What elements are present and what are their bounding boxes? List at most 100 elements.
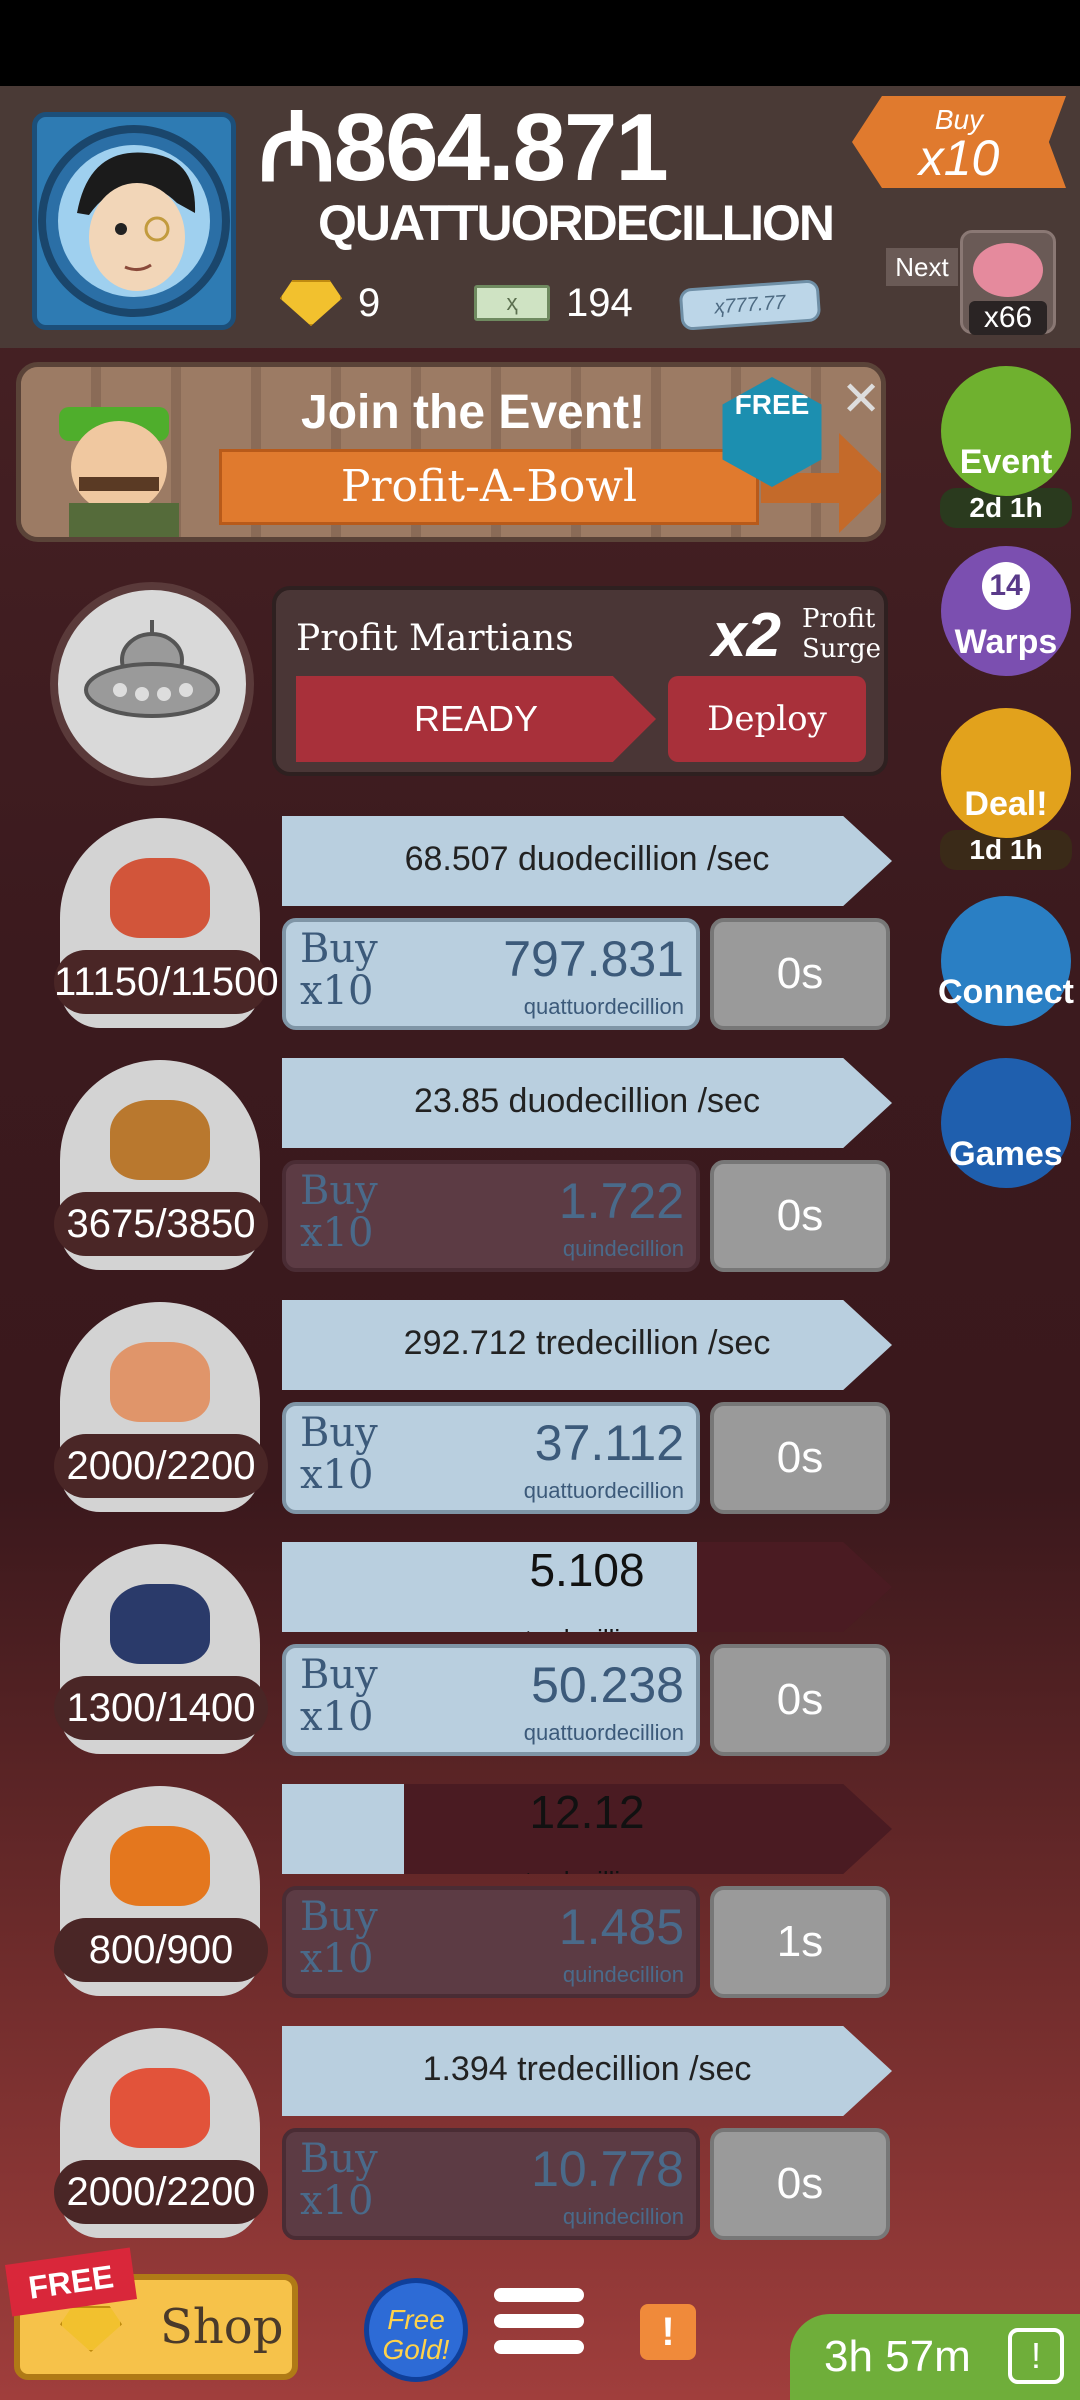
buy-business-button[interactable]: Buy x10 1.722 quindecillion <box>282 1160 700 1272</box>
business-rate-label: 68.507 duodecillion /sec <box>404 840 770 878</box>
megabucks-icon: ҳ <box>474 285 550 321</box>
business-progress[interactable]: 5.108 tredecillion <box>282 1542 892 1632</box>
business-rate[interactable]: 292.712 tredecillion /sec <box>282 1300 892 1390</box>
free-gold-label-2: Gold! <box>382 2334 450 2365</box>
buy-cost-value: 37.112 <box>534 1415 684 1471</box>
event-banner[interactable]: Join the Event! Profit-A-Bowl FREE ✕ <box>16 362 886 542</box>
buy-cost-unit: quindecillion <box>562 1236 684 1261</box>
business-row: 11150/11500 68.507 duodecillion /sec Buy… <box>0 816 1080 1030</box>
event-title: Join the Event! <box>301 386 646 439</box>
next-unlock-badge[interactable]: x66 <box>960 230 1056 335</box>
menu-line-icon <box>494 2314 584 2328</box>
free-gold-button[interactable]: Free Gold! <box>364 2278 468 2382</box>
business-icon <box>110 858 210 938</box>
warps-count-badge: 14 <box>982 562 1030 610</box>
event-host-icon <box>59 407 179 537</box>
manager-multiplier: x2 <box>712 601 781 670</box>
gold-count: 9 <box>358 280 381 325</box>
buy-label-top: Buy <box>300 1652 378 1698</box>
business-rate-label: 292.712 tredecillion /sec <box>403 1324 771 1362</box>
business-rate[interactable]: 23.85 duodecillion /sec <box>282 1058 892 1148</box>
angel-investors-counter[interactable]: ҳ777.77 <box>678 278 822 332</box>
buy-business-button[interactable]: Buy x10 1.485 quindecillion <box>282 1886 700 1998</box>
buy-cost-unit: quattuordecillion <box>523 1478 684 1503</box>
business-timer[interactable]: 1s <box>710 1886 890 1998</box>
buy-label-bottom: x10 <box>300 1936 374 1982</box>
event-name: Profit-A-Bowl <box>340 461 638 512</box>
business-timer[interactable]: 0s <box>710 2128 890 2240</box>
buy-cost-unit: quindecillion <box>562 1962 684 1987</box>
business-rate-label: 23.85 duodecillion /sec <box>414 1082 760 1120</box>
megabucks-count: 194 <box>566 280 633 325</box>
free-gold-label-1: Free <box>387 2304 445 2335</box>
buy-label: Buy x10 <box>300 1412 378 1496</box>
buy-cost-value: 10.778 <box>531 2141 684 2197</box>
angel-note-icon: ҳ777.77 <box>678 279 822 331</box>
astronaut-portrait-icon <box>38 125 230 317</box>
business-icon <box>110 1100 210 1180</box>
buy-label: Buy x10 <box>300 1654 378 1738</box>
side-button-warps[interactable]: Warps 14 <box>938 546 1074 676</box>
side-button-warps-label: Warps <box>954 623 1058 661</box>
buy-label-top: Buy <box>300 2136 378 2182</box>
close-icon[interactable]: ✕ <box>841 371 881 427</box>
side-button-event-label: Event <box>959 443 1053 481</box>
alert-icon[interactable]: ! <box>640 2304 696 2360</box>
buy-cost-value: 1.485 <box>558 1899 684 1955</box>
business-owned-count: 2000/2200 <box>54 2160 268 2224</box>
buy-cost-value: 50.238 <box>531 1657 684 1713</box>
business-progress[interactable]: 12.12 tredecillion <box>282 1784 892 1874</box>
side-button-event[interactable]: Event 2d 1h <box>938 366 1074 528</box>
ready-button[interactable]: READY <box>296 676 656 762</box>
business-owned-count: 2000/2200 <box>54 1434 268 1498</box>
bottom-bar: Shop FREE Free Gold! ! 3h 57m ! <box>0 2247 1080 2400</box>
buy-label: Buy x10 <box>300 1896 378 1980</box>
manager-multiplier-label: Profit Surge <box>802 604 881 664</box>
business-timer[interactable]: 0s <box>710 1644 890 1756</box>
money-value: 864.871 <box>333 94 669 201</box>
shop-label: Shop <box>160 2299 284 2355</box>
gold-gem-icon <box>280 280 342 326</box>
business-icon <box>110 1826 210 1906</box>
buy-cost-value: 1.722 <box>558 1173 684 1229</box>
business-timer[interactable]: 0s <box>710 1160 890 1272</box>
manager-portrait[interactable] <box>50 582 254 786</box>
brain-icon <box>973 243 1043 297</box>
buy-business-button[interactable]: Buy x10 10.778 quindecillion <box>282 2128 700 2240</box>
money-display: ₼864.871 <box>258 100 669 196</box>
menu-button[interactable] <box>494 2288 584 2372</box>
business-rate[interactable]: 68.507 duodecillion /sec <box>282 816 892 906</box>
business-timer[interactable]: 0s <box>710 918 890 1030</box>
buy-label-bottom: x10 <box>300 2178 374 2224</box>
buy-multiplier-bottom: x10 <box>918 130 1000 186</box>
manager-panel: Profit Martians x2 Profit Surge READY De… <box>272 586 888 776</box>
buy-label: Buy x10 <box>300 928 378 1012</box>
business-rate-label: 1.394 tredecillion /sec <box>422 2050 752 2088</box>
business-row: 2000/2200 1.394 tredecillion /sec Buy x1… <box>0 2026 1080 2240</box>
next-label: Next <box>886 248 958 286</box>
event-ribbon: Profit-A-Bowl <box>219 449 759 525</box>
business-row: 800/900 12.12 tredecillion Buy x10 1.485… <box>0 1784 1080 1998</box>
business-row: 2000/2200 292.712 tredecillion /sec Buy … <box>0 1300 1080 1514</box>
shop-gem-icon <box>60 2306 122 2352</box>
deploy-button[interactable]: Deploy <box>668 676 866 762</box>
buy-label-bottom: x10 <box>300 1210 374 1256</box>
game-screen: ₼864.871 QUATTUORDECILLION 9 ҳ 194 ҳ777.… <box>0 0 1080 2400</box>
buy-label-bottom: x10 <box>300 968 374 1014</box>
player-avatar[interactable] <box>32 112 236 330</box>
buy-business-button[interactable]: Buy x10 50.238 quattuordecillion <box>282 1644 700 1756</box>
buy-label-top: Buy <box>300 926 378 972</box>
buy-business-button[interactable]: Buy x10 797.831 quattuordecillion <box>282 918 700 1030</box>
business-owned-count: 800/900 <box>54 1918 268 1982</box>
business-timer[interactable]: 0s <box>710 1402 890 1514</box>
gold-counter: 9 <box>280 276 380 330</box>
business-rate[interactable]: 1.394 tredecillion /sec <box>282 2026 892 2116</box>
tv-reward-timer[interactable]: 3h 57m ! <box>790 2314 1080 2400</box>
menu-line-icon <box>494 2288 584 2302</box>
ufo-icon <box>84 620 220 718</box>
buy-business-button[interactable]: Buy x10 37.112 quattuordecillion <box>282 1402 700 1514</box>
tv-icon: ! <box>1008 2328 1064 2384</box>
buy-cost-value: 797.831 <box>503 931 684 987</box>
multiplier-label-surge: Surge <box>802 634 882 664</box>
buy-multiplier-button[interactable]: Buy x10 <box>852 96 1066 188</box>
